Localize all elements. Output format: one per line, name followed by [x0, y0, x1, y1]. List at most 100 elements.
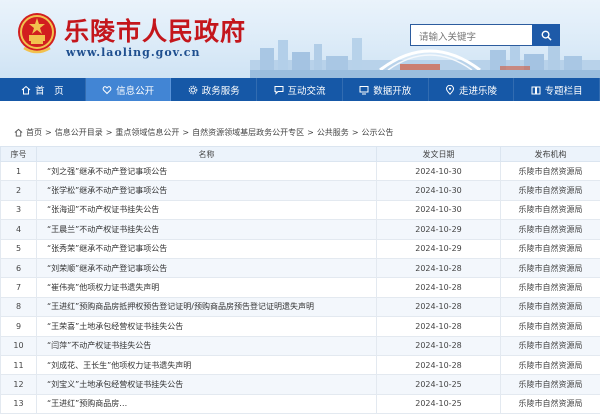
breadcrumb-separator: >: [182, 128, 189, 137]
site-title: 乐陵市人民政府: [64, 12, 246, 48]
row-title-link[interactable]: “刘荣顺”继承不动产登记事项公告: [37, 258, 377, 277]
nav-label: 政务服务: [202, 83, 240, 97]
nav-label: 数据开放: [373, 83, 411, 97]
nav-item-open-data[interactable]: 数据开放: [343, 78, 429, 101]
row-title-link[interactable]: “王晨兰”不动产权证书挂失公告: [37, 220, 377, 239]
row-title-link[interactable]: “刘之强”继承不动产登记事项公告: [37, 162, 377, 181]
row-title-link[interactable]: “闫萍”不动产权证书挂失公告: [37, 336, 377, 355]
search-icon: [541, 30, 552, 41]
table-row: 10 “闫萍”不动产权证书挂失公告 2024-10-28 乐陵市自然资源局: [1, 336, 600, 355]
table-row: 4 “王晨兰”不动产权证书挂失公告 2024-10-29 乐陵市自然资源局: [1, 220, 600, 239]
row-org: 乐陵市自然资源局: [501, 336, 600, 355]
row-index: 5: [1, 239, 37, 258]
site-url: www.laoling.gov.cn: [66, 46, 201, 59]
heart-icon: [102, 85, 112, 95]
row-index: 11: [1, 355, 37, 374]
table-row: 3 “张海迎”不动产权证书挂失公告 2024-10-30 乐陵市自然资源局: [1, 200, 600, 219]
nav-item-special-topics[interactable]: 专题栏目: [514, 78, 600, 101]
nav-item-home[interactable]: 首 页: [0, 78, 86, 101]
announcement-table: 序号 名称 发文日期 发布机构 1 “刘之强”继承不动产登记事项公告 2024-…: [0, 146, 600, 414]
row-date: 2024-10-28: [377, 336, 501, 355]
gear-icon: [188, 85, 198, 95]
row-org: 乐陵市自然资源局: [501, 317, 600, 336]
breadcrumb-natural-resources[interactable]: 自然资源领域基层政务公开专区: [192, 127, 304, 138]
column-header-name: 名称: [37, 147, 377, 162]
row-index: 13: [1, 394, 37, 413]
breadcrumb: 首页 > 信息公开目录 > 重点领域信息公开 > 自然资源领域基层政务公开专区 …: [14, 127, 394, 138]
row-index: 6: [1, 258, 37, 277]
national-emblem-icon: [16, 10, 58, 58]
row-org: 乐陵市自然资源局: [501, 297, 600, 316]
breadcrumb-home[interactable]: 首页: [26, 127, 42, 138]
breadcrumb-key-areas[interactable]: 重点领域信息公开: [115, 127, 179, 138]
row-title-link[interactable]: “张学松”继承不动产登记事项公告: [37, 181, 377, 200]
row-date: 2024-10-29: [377, 239, 501, 258]
nav-item-interaction[interactable]: 互动交流: [257, 78, 343, 101]
table-row: 11 “刘成花、王长生”他项权力证书遗失声明 2024-10-28 乐陵市自然资…: [1, 355, 600, 374]
row-index: 2: [1, 181, 37, 200]
column-header-org: 发布机构: [501, 147, 600, 162]
row-org: 乐陵市自然资源局: [501, 355, 600, 374]
row-title-link[interactable]: “王进红”预购商品房…: [37, 394, 377, 413]
row-org: 乐陵市自然资源局: [501, 375, 600, 394]
row-index: 7: [1, 278, 37, 297]
row-index: 12: [1, 375, 37, 394]
row-date: 2024-10-30: [377, 162, 501, 181]
nav-item-gov-services[interactable]: 政务服务: [171, 78, 257, 101]
breadcrumb-public-services[interactable]: 公共服务: [317, 127, 349, 138]
row-org: 乐陵市自然资源局: [501, 394, 600, 413]
row-title-link[interactable]: “崔伟亮”他项权力证书遗失声明: [37, 278, 377, 297]
home-icon: [21, 85, 31, 95]
breadcrumb-separator: >: [106, 128, 113, 137]
row-org: 乐陵市自然资源局: [501, 200, 600, 219]
nav-label: 首 页: [35, 83, 64, 97]
row-title-link[interactable]: “王荣喜”土地承包经营权证书挂失公告: [37, 317, 377, 336]
table-row: 1 “刘之强”继承不动产登记事项公告 2024-10-30 乐陵市自然资源局: [1, 162, 600, 181]
row-index: 9: [1, 317, 37, 336]
monitor-icon: [359, 85, 369, 95]
column-header-date: 发文日期: [377, 147, 501, 162]
table-row: 13 “王进红”预购商品房… 2024-10-25 乐陵市自然资源局: [1, 394, 600, 413]
nav-label: 专题栏目: [545, 83, 583, 97]
row-title-link[interactable]: “王进红”预购商品房抵押权预告登记证明/预购商品房预告登记证明遗失声明: [37, 297, 377, 316]
column-header-index: 序号: [1, 147, 37, 162]
row-org: 乐陵市自然资源局: [501, 258, 600, 277]
row-title-link[interactable]: “刘成花、王长生”他项权力证书遗失声明: [37, 355, 377, 374]
row-title-link[interactable]: “刘宝义”土地承包经营权证书挂失公告: [37, 375, 377, 394]
home-icon: [14, 128, 23, 137]
row-date: 2024-10-25: [377, 394, 501, 413]
row-org: 乐陵市自然资源局: [501, 278, 600, 297]
row-date: 2024-10-28: [377, 278, 501, 297]
row-date: 2024-10-29: [377, 220, 501, 239]
row-date: 2024-10-28: [377, 297, 501, 316]
row-date: 2024-10-28: [377, 355, 501, 374]
chat-icon: [274, 85, 284, 95]
breadcrumb-separator: >: [352, 128, 359, 137]
main-nav: 首 页 信息公开 政务服务 互动交流 数据开放 走进乐陵 专题栏目: [0, 78, 600, 101]
breadcrumb-announcements[interactable]: 公示公告: [362, 127, 394, 138]
breadcrumb-info-catalog[interactable]: 信息公开目录: [55, 127, 103, 138]
table-row: 2 “张学松”继承不动产登记事项公告 2024-10-30 乐陵市自然资源局: [1, 181, 600, 200]
search-button[interactable]: [532, 24, 560, 46]
row-title-link[interactable]: “张海迎”不动产权证书挂失公告: [37, 200, 377, 219]
table-row: 12 “刘宝义”土地承包经营权证书挂失公告 2024-10-25 乐陵市自然资源…: [1, 375, 600, 394]
row-title-link[interactable]: “张秀荣”继承不动产登记事项公告: [37, 239, 377, 258]
row-index: 1: [1, 162, 37, 181]
row-org: 乐陵市自然资源局: [501, 239, 600, 258]
site-header: 乐陵市人民政府 www.laoling.gov.cn: [0, 0, 600, 78]
location-icon: [445, 85, 455, 95]
table-row: 5 “张秀荣”继承不动产登记事项公告 2024-10-29 乐陵市自然资源局: [1, 239, 600, 258]
row-date: 2024-10-28: [377, 317, 501, 336]
row-index: 3: [1, 200, 37, 219]
row-org: 乐陵市自然资源局: [501, 220, 600, 239]
nav-label: 互动交流: [288, 83, 326, 97]
row-index: 10: [1, 336, 37, 355]
nav-item-about-laoling[interactable]: 走进乐陵: [429, 78, 515, 101]
row-index: 8: [1, 297, 37, 316]
row-date: 2024-10-30: [377, 200, 501, 219]
book-icon: [531, 85, 541, 95]
row-date: 2024-10-25: [377, 375, 501, 394]
table-header-row: 序号 名称 发文日期 发布机构: [1, 147, 600, 162]
breadcrumb-separator: >: [307, 128, 314, 137]
nav-item-info-disclosure[interactable]: 信息公开: [86, 78, 172, 101]
